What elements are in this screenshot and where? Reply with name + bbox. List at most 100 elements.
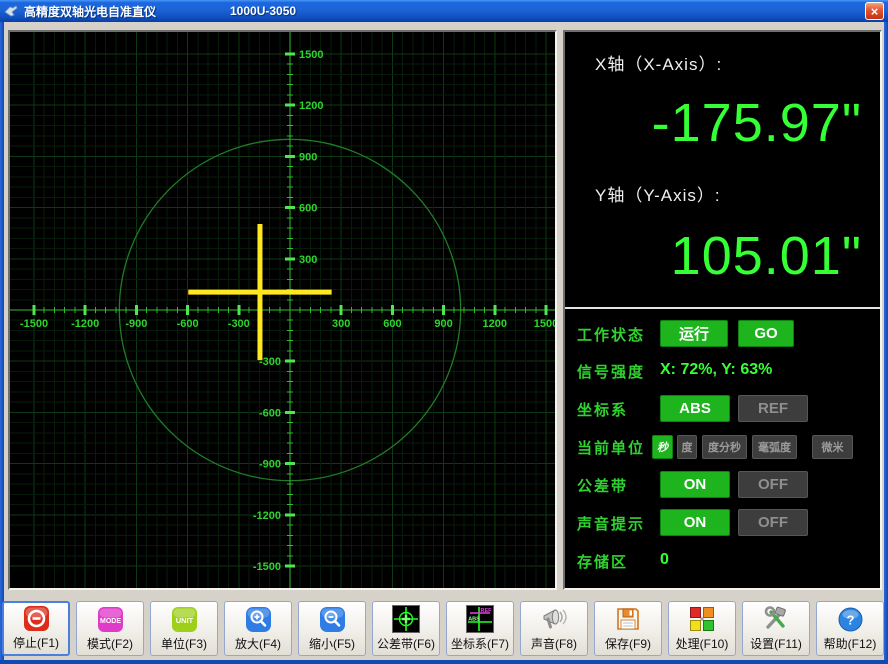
toolbar-button-label: 处理(F10) — [676, 635, 729, 652]
help-icon: ? — [837, 603, 864, 635]
signal-strength-value: X: 72%, Y: 63% — [660, 361, 772, 379]
toolbar-button-label: 缩小(F5) — [309, 635, 355, 652]
toolbar-button-f12[interactable]: ? 帮助(F12) — [816, 601, 884, 656]
toolbar-button-label: 设置(F11) — [750, 635, 802, 652]
svg-text:300: 300 — [299, 254, 317, 266]
status-row-tolerance-band: 公差带 ON OFF — [565, 471, 880, 499]
save-icon — [614, 603, 642, 635]
sound-icon — [540, 603, 568, 635]
svg-text:900: 900 — [299, 151, 317, 163]
current-unit-option-1[interactable]: 秒 — [652, 435, 673, 459]
toolbar-button-f5[interactable]: 缩小(F5) — [298, 601, 366, 656]
settings-icon — [762, 603, 790, 635]
toolbar-button-label: 放大(F4) — [235, 635, 281, 652]
sound-prompt-option-2[interactable]: OFF — [738, 509, 808, 536]
svg-text:1200: 1200 — [483, 318, 507, 330]
plot-area: -1500-1200-900-600-300300600900120015001… — [8, 30, 557, 590]
current-unit-label: 当前单位 — [577, 437, 645, 458]
svg-text:-300: -300 — [228, 318, 250, 330]
svg-text:?: ? — [846, 612, 854, 627]
toolbar-button-label: 声音(F8) — [531, 635, 577, 652]
work-status-option-1[interactable]: 运行 — [660, 320, 728, 347]
coordinate-system-option-1[interactable]: ABS — [660, 395, 730, 422]
toolbar-button-label: 帮助(F12) — [824, 635, 877, 652]
svg-text:600: 600 — [383, 318, 401, 330]
svg-text:1200: 1200 — [299, 100, 323, 112]
work-status-option-2[interactable]: GO — [738, 320, 794, 347]
window-model: 1000U-3050 — [230, 4, 296, 18]
current-unit-option-2[interactable]: 度 — [677, 435, 697, 459]
toolbar-button-f4[interactable]: 放大(F4) — [224, 601, 292, 656]
x-axis-value: -175.97" — [652, 96, 862, 150]
app-icon — [3, 3, 19, 19]
coordinate-icon: REFABS — [466, 603, 494, 635]
signal-strength-label: 信号强度 — [577, 361, 645, 382]
current-unit-option-3[interactable]: 度分秒 — [702, 435, 747, 459]
window-frame-right — [884, 22, 888, 664]
x-axis-label: X轴（X-Axis）: — [595, 50, 722, 75]
tolerance-band-label: 公差带 — [577, 475, 628, 496]
stop-icon — [23, 603, 50, 634]
close-button[interactable]: × — [865, 2, 884, 20]
readout-divider — [565, 307, 880, 309]
svg-text:-1500: -1500 — [20, 318, 48, 330]
toolbar-button-label: 保存(F9) — [605, 635, 651, 652]
svg-text:-1200: -1200 — [71, 318, 99, 330]
status-row-current-unit: 当前单位秒度度分秒毫弧度微米 — [565, 433, 880, 461]
toolbar-button-f9[interactable]: 保存(F9) — [594, 601, 662, 656]
coordinate-system-option-2[interactable]: REF — [738, 395, 808, 422]
y-axis-value: 105.01" — [671, 229, 862, 283]
toolbar-button-f6[interactable]: 公差带(F6) — [372, 601, 440, 656]
svg-text:-1200: -1200 — [253, 510, 281, 522]
toolbar-button-label: 停止(F1) — [13, 634, 59, 651]
process-icon — [688, 603, 716, 635]
svg-text:MODE: MODE — [100, 618, 121, 625]
current-unit-option-4[interactable]: 毫弧度 — [752, 435, 797, 459]
toolbar-button-f1[interactable]: 停止(F1) — [2, 601, 70, 656]
toolbar-button-f8[interactable]: 声音(F8) — [520, 601, 588, 656]
toolbar-button-label: 模式(F2) — [87, 635, 133, 652]
window-frame-left — [0, 22, 4, 664]
readout-panel: X轴（X-Axis）: -175.97" Y轴（Y-Axis）: 105.01"… — [563, 30, 882, 590]
tolerance-band-option-2[interactable]: OFF — [738, 471, 808, 498]
function-key-toolbar: 停止(F1) MODE 模式(F2) UNIT 单位(F3) 放大(F4) 缩小(F5) 公差… — [0, 598, 888, 660]
storage-area-label: 存储区 — [577, 551, 628, 572]
unit-icon: UNIT — [171, 603, 198, 635]
svg-text:REF: REF — [481, 608, 493, 614]
current-unit-option-5[interactable]: 微米 — [812, 435, 853, 459]
svg-text:-600: -600 — [259, 407, 281, 419]
work-status-label: 工作状态 — [577, 324, 645, 345]
coordinate-system-label: 坐标系 — [577, 399, 628, 420]
svg-text:-600: -600 — [177, 318, 199, 330]
toolbar-button-label: 公差带(F6) — [377, 635, 435, 652]
status-row-signal-strength: 信号强度 X: 72%, Y: 63% — [565, 357, 880, 385]
window-title: 高精度双轴光电自准直仪 — [24, 3, 156, 20]
svg-text:ABS: ABS — [468, 617, 480, 623]
sound-prompt-option-1[interactable]: ON — [660, 509, 730, 536]
zoom-out-icon — [319, 603, 346, 635]
toolbar-button-f10[interactable]: 处理(F10) — [668, 601, 736, 656]
toolbar-button-f2[interactable]: MODE 模式(F2) — [76, 601, 144, 656]
tolerance-band-option-1[interactable]: ON — [660, 471, 730, 498]
svg-text:1500: 1500 — [534, 318, 555, 330]
svg-text:600: 600 — [299, 203, 317, 215]
window-frame-bottom — [0, 660, 888, 664]
zoom-in-icon — [245, 603, 272, 635]
status-row-storage-area: 存储区 0 — [565, 547, 880, 575]
svg-text:900: 900 — [434, 318, 452, 330]
toolbar-button-f11[interactable]: 设置(F11) — [742, 601, 810, 656]
toolbar-button-label: 坐标系(F7) — [451, 635, 509, 652]
y-axis-label: Y轴（Y-Axis）: — [595, 181, 721, 206]
svg-text:300: 300 — [332, 318, 350, 330]
title-bar[interactable]: 高精度双轴光电自准直仪 1000U-3050 × — [0, 0, 888, 22]
toolbar-button-f3[interactable]: UNIT 单位(F3) — [150, 601, 218, 656]
measurement-plot: -1500-1200-900-600-300300600900120015001… — [10, 32, 555, 588]
storage-area-value: 0 — [660, 551, 669, 569]
app-window: 高精度双轴光电自准直仪 1000U-3050 × -1500-1200-900-… — [0, 0, 888, 664]
status-row-sound-prompt: 声音提示ONOFF — [565, 509, 880, 537]
toolbar-button-f7[interactable]: REFABS坐标系(F7) — [446, 601, 514, 656]
svg-text:UNIT: UNIT — [175, 616, 193, 625]
mode-icon: MODE — [97, 603, 124, 635]
toolbar-button-label: 单位(F3) — [161, 635, 207, 652]
status-row-coordinate-system: 坐标系 ABS REF — [565, 395, 880, 423]
